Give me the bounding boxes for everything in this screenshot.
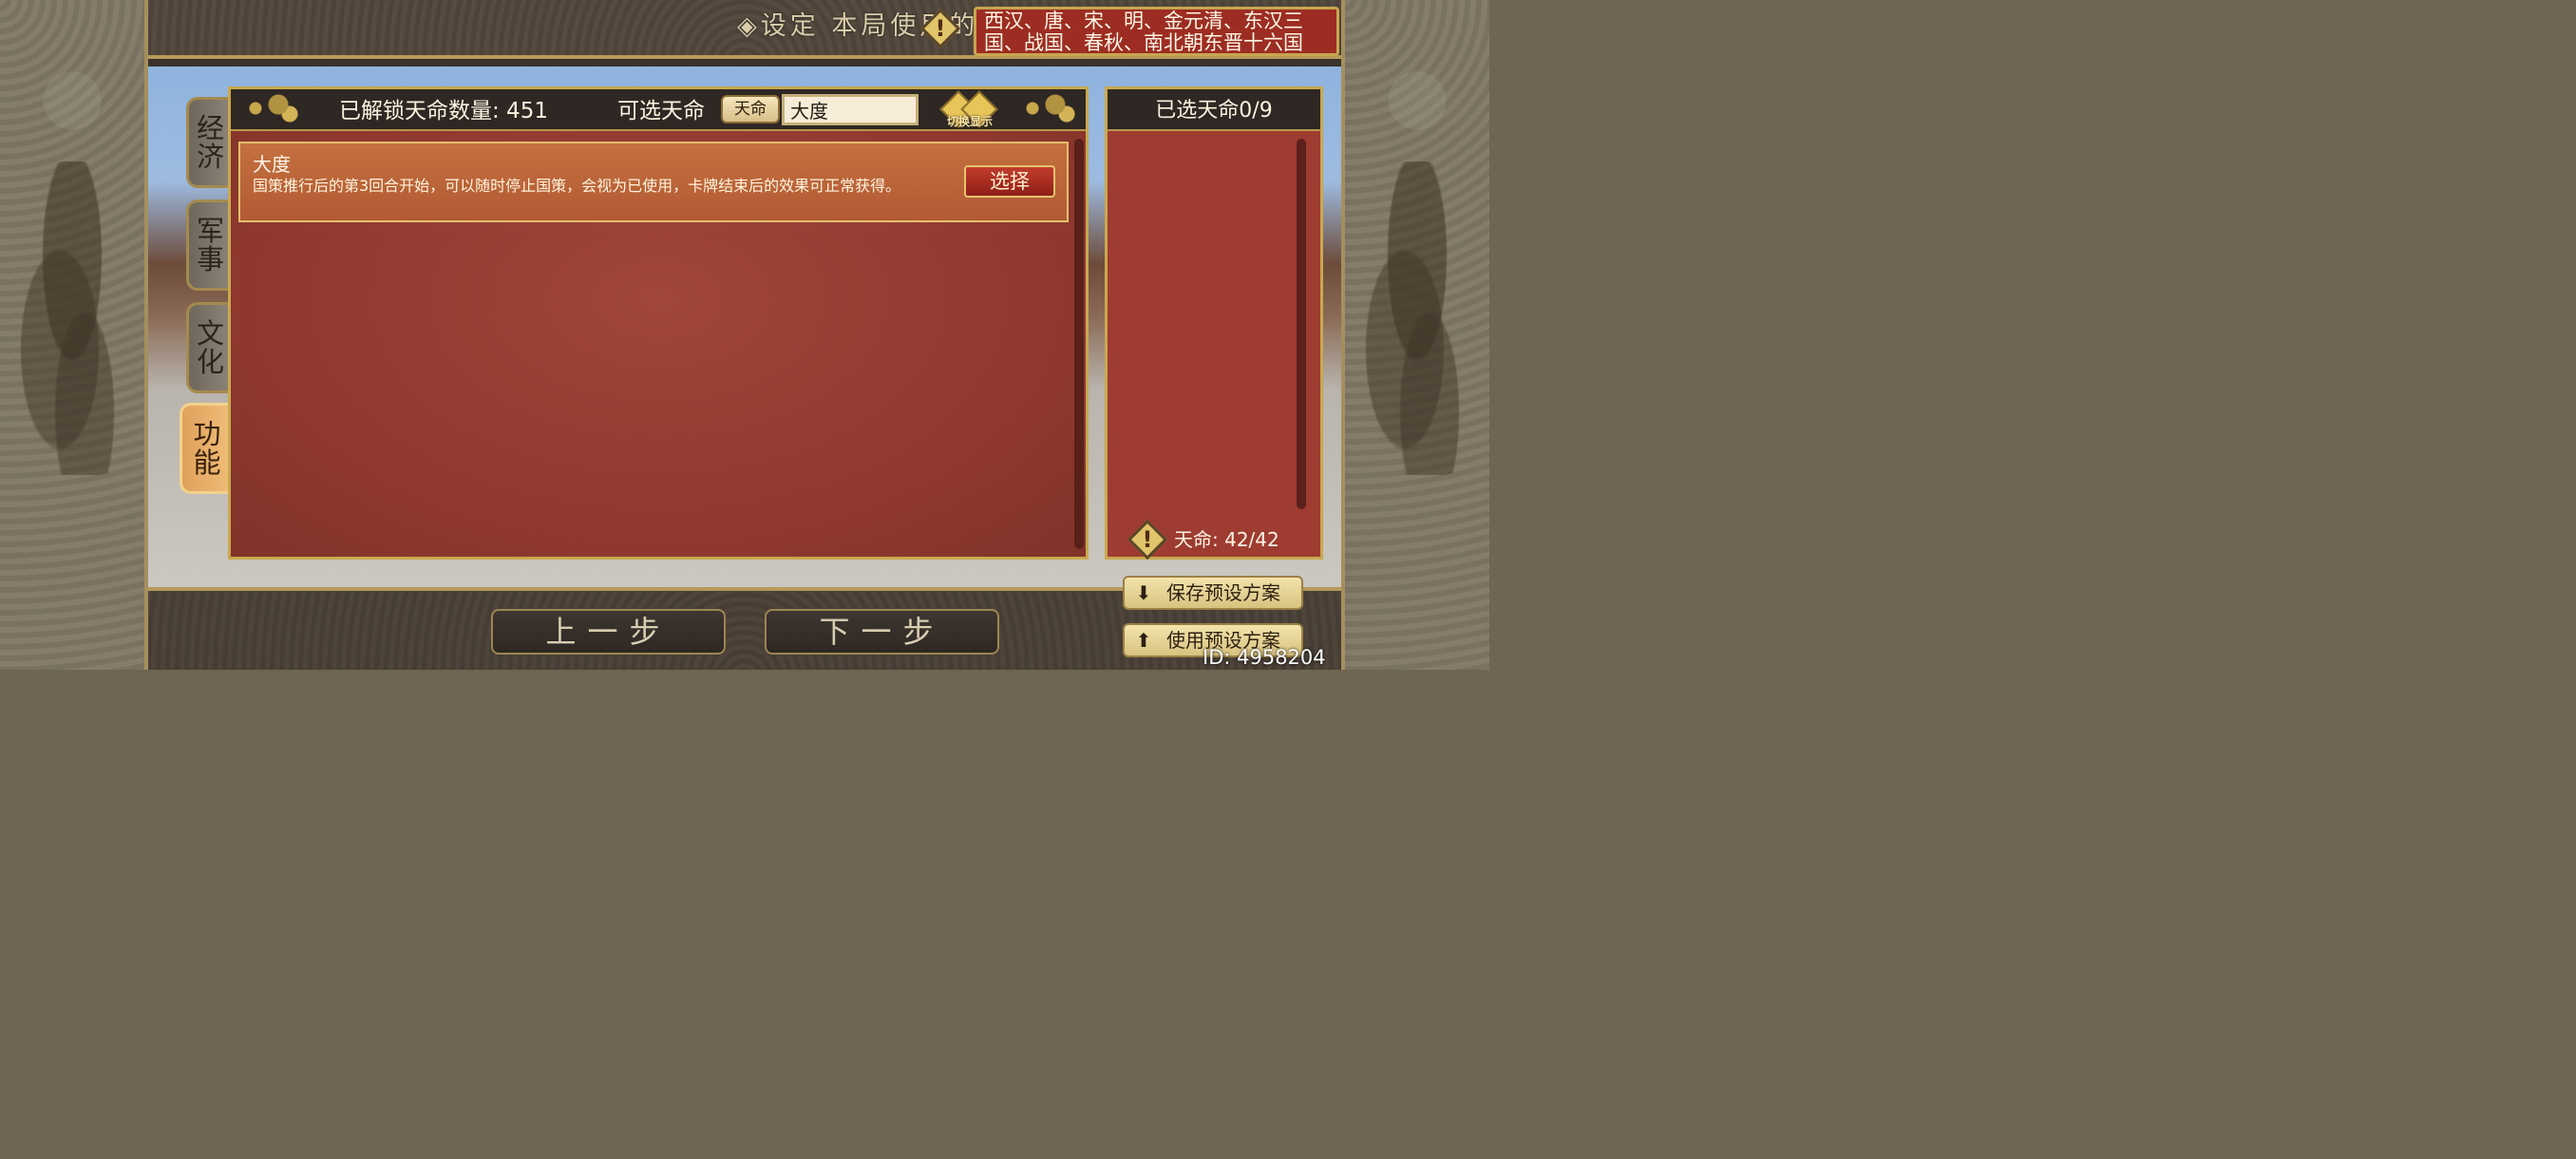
prev-step-button[interactable]: 上一步 xyxy=(491,609,726,655)
dragon-emblem-left xyxy=(10,162,134,475)
save-preset-label: 保存预设方案 xyxy=(1166,581,1280,604)
selectable-label: 可选天命 xyxy=(617,99,705,124)
warning-icon[interactable]: ! xyxy=(1127,519,1168,560)
warning-icon[interactable]: ! xyxy=(919,8,961,49)
user-id: ID: 4958204 xyxy=(1203,646,1326,669)
list-scrollbar[interactable] xyxy=(1074,139,1084,549)
switch-display-label: 切换显示 xyxy=(946,115,993,128)
list-item: 大度 国策推行后的第3回合开始，可以随时停止国策，会视为已使用，卡牌结束后的效果… xyxy=(238,142,1069,222)
right-decor-panel xyxy=(1343,0,1489,670)
list-header: 已解锁天命数量: 451 可选天命 天命 切换显示 xyxy=(231,89,1086,131)
switch-display-button[interactable]: 切换显示 xyxy=(938,90,1000,128)
destiny-count: 天命: 42/42 xyxy=(1174,528,1279,551)
dragon-emblem-right xyxy=(1355,162,1479,475)
item-description: 国策推行后的第3回合开始，可以随时停止国策，会视为已使用，卡牌结束后的效果可正常… xyxy=(253,177,901,195)
filter-tag-button[interactable]: 天命 xyxy=(721,95,780,124)
dragon-ornament-left xyxy=(233,89,309,127)
upload-icon: ⬆ xyxy=(1135,629,1152,652)
destiny-list-panel: 已解锁天命数量: 451 可选天命 天命 切换显示 大度 国策推行后的第3回合开… xyxy=(228,86,1089,560)
search-input[interactable] xyxy=(782,94,919,125)
selected-header: 已选天命0/9 xyxy=(1108,89,1320,131)
left-decor-panel xyxy=(0,0,146,670)
select-button[interactable]: 选择 xyxy=(964,165,1055,198)
unlocked-count: 已解锁天命数量: 451 xyxy=(339,99,548,124)
item-title: 大度 xyxy=(253,153,291,176)
selected-panel: 已选天命0/9 ! 天命: 42/42 xyxy=(1105,86,1323,560)
next-step-button[interactable]: 下一步 xyxy=(765,609,999,655)
selected-scrollbar[interactable] xyxy=(1297,139,1306,509)
dragon-ornament-right xyxy=(1010,89,1086,127)
download-icon: ⬇ xyxy=(1135,581,1152,604)
dynasty-list: 西汉、唐、宋、明、金元清、东汉三国、战国、春秋、南北朝东晋十六国 xyxy=(974,7,1339,56)
save-preset-button[interactable]: ⬇ 保存预设方案 xyxy=(1123,576,1303,610)
title-ornament-left: ◈ xyxy=(737,11,761,41)
